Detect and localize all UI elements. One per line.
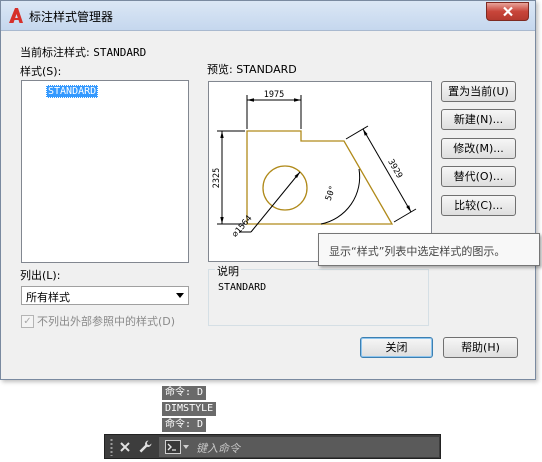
- close-icon[interactable]: [119, 441, 131, 453]
- xref-checkbox-row: ✓ 不列出外部参照中的样式(D): [21, 314, 175, 328]
- help-button[interactable]: 帮助(H): [443, 337, 518, 358]
- list-label: 列出(L):: [20, 269, 61, 282]
- list-filter-value: 所有样式: [26, 291, 70, 304]
- command-history-line: 命令: D: [162, 418, 207, 432]
- close-icon: [502, 6, 513, 17]
- close-button[interactable]: 关闭: [360, 337, 433, 358]
- command-prompt-icon[interactable]: [165, 440, 181, 454]
- preview-label: 预览: STANDARD: [207, 63, 297, 76]
- dimension-style-manager-dialog: 标注样式管理器 当前标注样式: STANDARD 样式(S): STANDARD…: [0, 0, 536, 380]
- dim-text-diagonal: 3929: [385, 158, 404, 181]
- command-history-line: DIMSTYLE: [162, 402, 217, 416]
- description-group: [208, 269, 429, 326]
- compare-button[interactable]: 比较(C)...: [441, 195, 516, 216]
- window-title: 标注样式管理器: [29, 10, 114, 24]
- description-text: STANDARD: [218, 282, 267, 293]
- styles-label: 样式(S):: [20, 65, 62, 78]
- dim-text-angle: 50°: [324, 184, 339, 202]
- styles-listbox[interactable]: STANDARD: [21, 80, 189, 263]
- set-current-button[interactable]: 置为当前(U): [441, 81, 516, 102]
- new-button[interactable]: 新建(N)...: [441, 109, 516, 130]
- xref-checkbox-label: 不列出外部参照中的样式(D): [37, 315, 176, 328]
- wrench-icon[interactable]: [138, 439, 153, 454]
- current-style-value: STANDARD: [93, 46, 147, 59]
- command-input[interactable]: 键入命令: [159, 437, 439, 457]
- dim-text-top: 1975: [264, 90, 284, 100]
- window-close-button[interactable]: [486, 2, 529, 21]
- current-style-label: 当前标注样式:: [20, 46, 90, 59]
- dim-text-left: 2325: [212, 168, 222, 188]
- command-bar: 键入命令: [104, 434, 441, 459]
- current-style-row: 当前标注样式: STANDARD: [20, 44, 146, 60]
- command-history-line: 命令: D: [162, 386, 207, 400]
- chevron-down-icon[interactable]: [183, 445, 189, 449]
- modify-button[interactable]: 修改(M)...: [441, 138, 516, 159]
- override-button[interactable]: 替代(O)...: [441, 166, 516, 187]
- preview-circle: [262, 165, 308, 211]
- dim-text-diameter: ⌀1564: [230, 214, 254, 240]
- description-label: 说明: [215, 263, 241, 279]
- autocad-logo-icon: [9, 8, 23, 23]
- xref-checkbox[interactable]: ✓: [21, 314, 34, 328]
- title-bar[interactable]: 标注样式管理器: [1, 1, 535, 31]
- list-filter-select[interactable]: 所有样式: [21, 286, 189, 305]
- preview-tooltip: 显示“样式”列表中选定样式的图示。: [318, 233, 540, 266]
- style-item-standard[interactable]: STANDARD: [46, 85, 99, 98]
- chevron-down-icon: [176, 293, 184, 298]
- drag-handle-icon[interactable]: [109, 438, 114, 456]
- command-placeholder: 键入命令: [196, 442, 240, 455]
